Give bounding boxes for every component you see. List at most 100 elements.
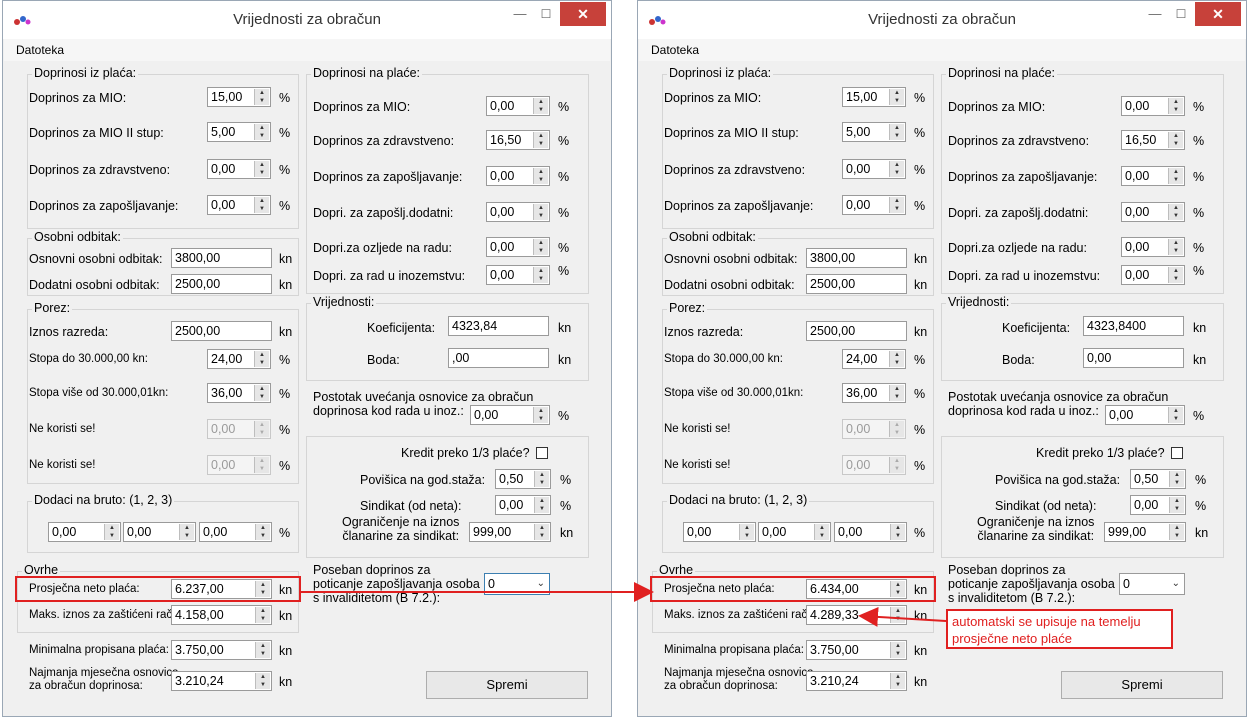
input-dodatak-2[interactable]: 0,00 ▲ ▼ <box>123 522 196 542</box>
spin-up-icon[interactable]: ▲ <box>256 642 270 650</box>
spin-up-icon[interactable]: ▲ <box>1169 267 1183 275</box>
close-icon[interactable]: ✕ <box>560 2 606 26</box>
spin-down-icon[interactable]: ▼ <box>256 650 270 658</box>
spin-down-icon[interactable]: ▼ <box>180 532 194 540</box>
spin-up-icon[interactable]: ▲ <box>534 204 548 212</box>
spin-down-icon[interactable]: ▼ <box>534 275 548 283</box>
input-minimalna-placa[interactable]: 3.750,00 ▲ ▼ <box>806 640 907 660</box>
spin-down-icon[interactable]: ▼ <box>1170 532 1184 540</box>
spin-up-icon[interactable]: ▲ <box>255 197 269 205</box>
spin-arrows[interactable]: ▲ ▼ <box>254 421 269 437</box>
spin-down-icon[interactable]: ▼ <box>1169 275 1183 283</box>
input-doprinosi-na-1[interactable]: 16,50 ▲ ▼ <box>486 130 550 150</box>
spin-arrows[interactable]: ▲ ▼ <box>254 197 269 213</box>
spin-arrows[interactable]: ▲ ▼ <box>889 161 904 177</box>
input-iznos-razreda[interactable]: 2500,00 <box>806 321 907 341</box>
spin-down-icon[interactable]: ▼ <box>1170 479 1184 487</box>
spin-up-icon[interactable]: ▲ <box>891 642 905 650</box>
input-doprinosi-iz-0[interactable]: 15,00 ▲ ▼ <box>207 87 271 107</box>
spin-up-icon[interactable]: ▲ <box>105 524 119 532</box>
spin-arrows[interactable]: ▲ ▼ <box>889 124 904 140</box>
input-doprinosi-iz-1[interactable]: 5,00 ▲ ▼ <box>207 122 271 142</box>
input-doprinosi-na-4[interactable]: 0,00 ▲ ▼ <box>1121 237 1185 257</box>
input-dodatak-1[interactable]: 0,00 ▲ ▼ <box>683 522 756 542</box>
spin-up-icon[interactable]: ▲ <box>815 524 829 532</box>
input-ogranicenje[interactable]: 999,00 ▲ ▼ <box>469 522 551 542</box>
spin-arrows[interactable]: ▲ ▼ <box>1168 407 1183 423</box>
kredit-checkbox[interactable] <box>1171 447 1183 459</box>
spin-arrows[interactable]: ▲ ▼ <box>1169 524 1184 540</box>
spin-down-icon[interactable]: ▼ <box>1169 212 1183 220</box>
spin-up-icon[interactable]: ▲ <box>1169 239 1183 247</box>
spin-arrows[interactable]: ▲ ▼ <box>254 89 269 105</box>
spin-down-icon[interactable]: ▼ <box>534 212 548 220</box>
spin-up-icon[interactable]: ▲ <box>535 524 549 532</box>
spin-up-icon[interactable]: ▲ <box>534 168 548 176</box>
spin-up-icon[interactable]: ▲ <box>891 607 905 615</box>
select-poseban-doprinos[interactable]: 0 ⌄ <box>484 573 550 595</box>
title-bar[interactable]: Vrijednosti za obračun — ☐ ✕ <box>638 1 1246 39</box>
input-dodatak-2[interactable]: 0,00 ▲ ▼ <box>758 522 831 542</box>
spin-up-icon[interactable]: ▲ <box>534 267 548 275</box>
input-boda[interactable]: ,00 <box>448 348 549 368</box>
spin-arrows[interactable]: ▲ ▼ <box>1168 204 1183 220</box>
spin-arrows[interactable]: ▲ ▼ <box>534 471 549 487</box>
spin-arrows[interactable]: ▲ ▼ <box>889 89 904 105</box>
spin-down-icon[interactable]: ▼ <box>890 132 904 140</box>
spin-arrows[interactable]: ▲ ▼ <box>254 351 269 367</box>
spin-up-icon[interactable]: ▲ <box>255 124 269 132</box>
spin-down-icon[interactable]: ▼ <box>1169 106 1183 114</box>
spin-arrows[interactable]: ▲ ▼ <box>534 524 549 540</box>
spin-up-icon[interactable]: ▲ <box>534 98 548 106</box>
input-doprinosi-na-3[interactable]: 0,00 ▲ ▼ <box>486 202 550 222</box>
spin-arrows[interactable]: ▲ ▼ <box>533 132 548 148</box>
spin-up-icon[interactable]: ▲ <box>1170 524 1184 532</box>
spin-up-icon[interactable]: ▲ <box>1170 497 1184 505</box>
input-odbitak-1[interactable]: 2500,00 <box>806 274 907 294</box>
spin-up-icon[interactable]: ▲ <box>255 457 269 465</box>
spin-arrows[interactable]: ▲ ▼ <box>179 524 194 540</box>
spin-up-icon[interactable]: ▲ <box>1169 132 1183 140</box>
spin-arrows[interactable]: ▲ ▼ <box>534 497 549 513</box>
spin-up-icon[interactable]: ▲ <box>740 524 754 532</box>
input-koeficijenta[interactable]: 4323,8400 <box>1083 316 1184 336</box>
spin-up-icon[interactable]: ▲ <box>255 161 269 169</box>
spin-arrows[interactable]: ▲ ▼ <box>889 385 904 401</box>
spin-arrows[interactable]: ▲ ▼ <box>739 524 754 540</box>
input-doprinosi-iz-0[interactable]: 15,00 ▲ ▼ <box>842 87 906 107</box>
menu-datoteka[interactable]: Datoteka <box>16 43 64 57</box>
select-poseban-doprinos[interactable]: 0 ⌄ <box>1119 573 1185 595</box>
spin-down-icon[interactable]: ▼ <box>255 205 269 213</box>
spin-down-icon[interactable]: ▼ <box>1169 140 1183 148</box>
input-najmanja-osnovica[interactable]: 3.210,24 ▲ ▼ <box>171 671 272 691</box>
input-porez-2[interactable]: 0,00 ▲ ▼ <box>207 419 271 439</box>
spin-down-icon[interactable]: ▼ <box>890 205 904 213</box>
spin-up-icon[interactable]: ▲ <box>890 421 904 429</box>
spin-up-icon[interactable]: ▲ <box>535 497 549 505</box>
spin-down-icon[interactable]: ▼ <box>890 359 904 367</box>
kredit-checkbox[interactable] <box>536 447 548 459</box>
spin-down-icon[interactable]: ▼ <box>255 393 269 401</box>
spin-up-icon[interactable]: ▲ <box>891 524 905 532</box>
spin-up-icon[interactable]: ▲ <box>1169 204 1183 212</box>
input-najmanja-osnovica[interactable]: 3.210,24 ▲ ▼ <box>806 671 907 691</box>
spin-up-icon[interactable]: ▲ <box>891 673 905 681</box>
spin-down-icon[interactable]: ▼ <box>535 532 549 540</box>
spin-up-icon[interactable]: ▲ <box>535 471 549 479</box>
input-doprinosi-na-5[interactable]: 0,00 ▲ ▼ <box>1121 265 1185 285</box>
spin-down-icon[interactable]: ▼ <box>891 532 905 540</box>
spremi-button[interactable]: Spremi <box>1061 671 1223 699</box>
input-povisica[interactable]: 0,50 ▲ ▼ <box>495 469 551 489</box>
spin-down-icon[interactable]: ▼ <box>1169 176 1183 184</box>
spin-down-icon[interactable]: ▼ <box>1169 247 1183 255</box>
spin-up-icon[interactable]: ▲ <box>180 524 194 532</box>
spin-arrows[interactable]: ▲ ▼ <box>255 642 270 658</box>
spin-arrows[interactable]: ▲ ▼ <box>254 457 269 473</box>
title-bar[interactable]: Vrijednosti za obračun — ☐ ✕ <box>3 1 611 39</box>
input-iznos-razreda[interactable]: 2500,00 <box>171 321 272 341</box>
input-porez-1[interactable]: 36,00 ▲ ▼ <box>207 383 271 403</box>
spin-arrows[interactable]: ▲ ▼ <box>890 524 905 540</box>
spin-down-icon[interactable]: ▼ <box>534 247 548 255</box>
spin-arrows[interactable]: ▲ ▼ <box>533 239 548 255</box>
spin-arrows[interactable]: ▲ ▼ <box>890 607 905 623</box>
